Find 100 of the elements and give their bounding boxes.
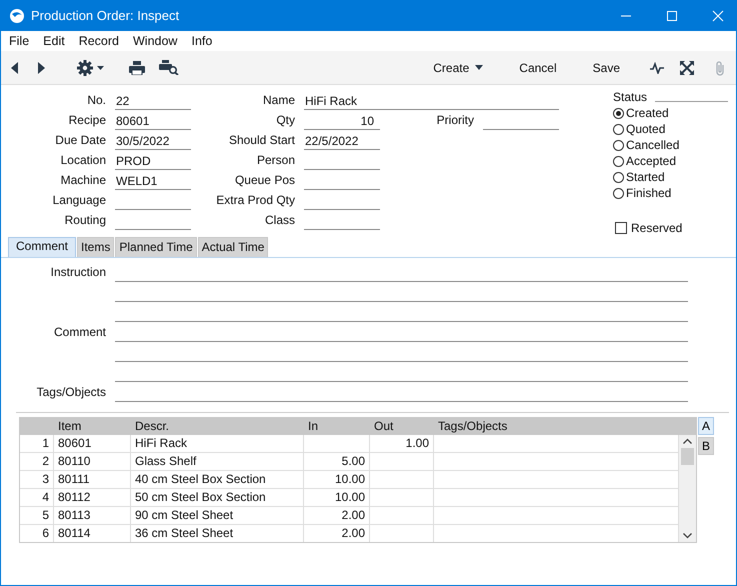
paperclip-icon[interactable] xyxy=(714,60,726,76)
toolbar-button[interactable]: Save xyxy=(588,58,624,76)
radio-label: Finished xyxy=(626,186,672,200)
close-icon[interactable] xyxy=(712,10,724,22)
radio-button[interactable] xyxy=(613,172,624,182)
menu-item[interactable]: Edit xyxy=(43,34,65,48)
table-cell: Glass Shelf xyxy=(131,453,304,470)
table-cell: 80601 xyxy=(54,435,131,452)
printer-icon[interactable] xyxy=(129,60,145,74)
table-cell: 2.00 xyxy=(304,507,370,524)
row-number: 3 xyxy=(20,471,54,488)
field-label: Name xyxy=(262,93,295,109)
menu-item[interactable]: File xyxy=(9,34,30,48)
field-label: Comment xyxy=(54,325,106,339)
menu-item[interactable]: Record xyxy=(78,34,119,48)
tab[interactable]: Items xyxy=(77,237,114,257)
field-label: Language xyxy=(52,193,106,209)
input-field[interactable]: PROD xyxy=(115,153,191,170)
table-cell: HiFi Rack xyxy=(131,435,304,452)
radio-button[interactable] xyxy=(613,108,624,118)
column-header: Out xyxy=(373,418,394,435)
window-title: Production Order: Inspect xyxy=(31,8,180,23)
radio-label: Started xyxy=(626,170,665,184)
maximize-icon[interactable] xyxy=(666,10,678,22)
checkbox[interactable] xyxy=(615,222,627,234)
view-button[interactable]: B xyxy=(698,437,714,455)
field-label: Location xyxy=(60,153,106,169)
field-label: Priority xyxy=(436,113,474,129)
app-logo-icon xyxy=(9,8,25,24)
table-cell: 80110 xyxy=(54,453,131,470)
status-label: Status xyxy=(613,90,648,104)
forward-arrow-icon[interactable] xyxy=(37,62,45,74)
scroll-up-icon[interactable] xyxy=(683,438,692,444)
back-arrow-icon[interactable] xyxy=(11,62,19,74)
field-label: Machine xyxy=(60,173,106,189)
table-cell: 90 cm Steel Sheet xyxy=(131,507,304,524)
tab[interactable]: Planned Time xyxy=(115,237,197,257)
column-header: Item xyxy=(57,418,82,435)
gear-icon[interactable] xyxy=(77,60,105,76)
scroll-thumb[interactable] xyxy=(681,448,694,465)
field-label: Recipe xyxy=(68,113,106,129)
menu-item[interactable]: Window xyxy=(133,34,178,48)
expand-icon[interactable] xyxy=(680,60,694,74)
input-field[interactable]: WELD1 xyxy=(115,173,191,190)
row-number: 5 xyxy=(20,507,54,524)
radio-button[interactable] xyxy=(613,124,624,134)
input-field[interactable]: 22 xyxy=(115,93,191,110)
table-cell: 10.00 xyxy=(304,489,370,506)
table-cell: 50 cm Steel Box Section xyxy=(131,489,304,506)
table-cell: 36 cm Steel Sheet xyxy=(131,525,304,542)
radio-button[interactable] xyxy=(613,156,624,166)
input-field[interactable]: 80601 xyxy=(115,113,191,130)
menu-item[interactable]: Info xyxy=(191,34,212,48)
column-header: In xyxy=(307,418,320,435)
view-button[interactable]: A xyxy=(698,417,714,435)
input-field[interactable]: 22/5/2022 xyxy=(304,133,380,150)
field-label: Person xyxy=(256,153,295,169)
input-field[interactable]: HiFi Rack xyxy=(304,93,559,110)
field-label: Due Date xyxy=(54,133,106,149)
print-preview-icon[interactable] xyxy=(159,60,179,75)
input-field[interactable]: 30/5/2022 xyxy=(115,133,191,150)
caret-icon xyxy=(475,65,484,70)
row-number: 6 xyxy=(20,525,54,542)
field-label: Class xyxy=(264,213,295,229)
tab[interactable]: Actual Time xyxy=(198,237,268,257)
table-cell: 1.00 xyxy=(370,435,434,452)
table-cell: 80113 xyxy=(54,507,131,524)
field-label: Queue Pos xyxy=(234,173,295,189)
pulse-icon[interactable] xyxy=(650,62,664,74)
input-field[interactable]: 10 xyxy=(304,113,380,130)
table-cell: 40 cm Steel Box Section xyxy=(131,471,304,488)
field-label: Routing xyxy=(64,213,106,229)
table-cell: 2.00 xyxy=(304,525,370,542)
radio-label: Accepted xyxy=(626,154,676,168)
radio-label: Quoted xyxy=(626,122,666,136)
field-label: Should Start xyxy=(228,133,295,149)
field-label: Extra Prod Qty xyxy=(215,193,295,209)
table-cell: 80112 xyxy=(54,489,131,506)
toolbar-button[interactable]: Create xyxy=(429,58,488,76)
column-header: Descr. xyxy=(134,418,170,435)
toolbar-button[interactable]: Cancel xyxy=(515,58,561,76)
scrollbar[interactable] xyxy=(679,435,696,542)
table-cell: 80111 xyxy=(54,471,131,488)
field-label: Qty xyxy=(275,113,295,129)
row-number: 2 xyxy=(20,453,54,470)
column-header: Tags/Objects xyxy=(437,418,508,435)
field-label: Tags/Objects xyxy=(36,385,106,399)
field-label: No. xyxy=(86,93,106,109)
table-cell: 80114 xyxy=(54,525,131,542)
radio-label: Created xyxy=(626,106,669,120)
scroll-down-icon[interactable] xyxy=(683,533,692,539)
table-cell: 10.00 xyxy=(304,471,370,488)
radio-label: Cancelled xyxy=(626,138,680,152)
field-label: Instruction xyxy=(50,265,106,279)
row-number: 4 xyxy=(20,489,54,506)
tab[interactable]: Comment xyxy=(8,237,76,257)
table-cell: 5.00 xyxy=(304,453,370,470)
radio-button[interactable] xyxy=(613,188,624,198)
radio-button[interactable] xyxy=(613,140,624,150)
checkbox-label: Reserved xyxy=(631,221,682,235)
